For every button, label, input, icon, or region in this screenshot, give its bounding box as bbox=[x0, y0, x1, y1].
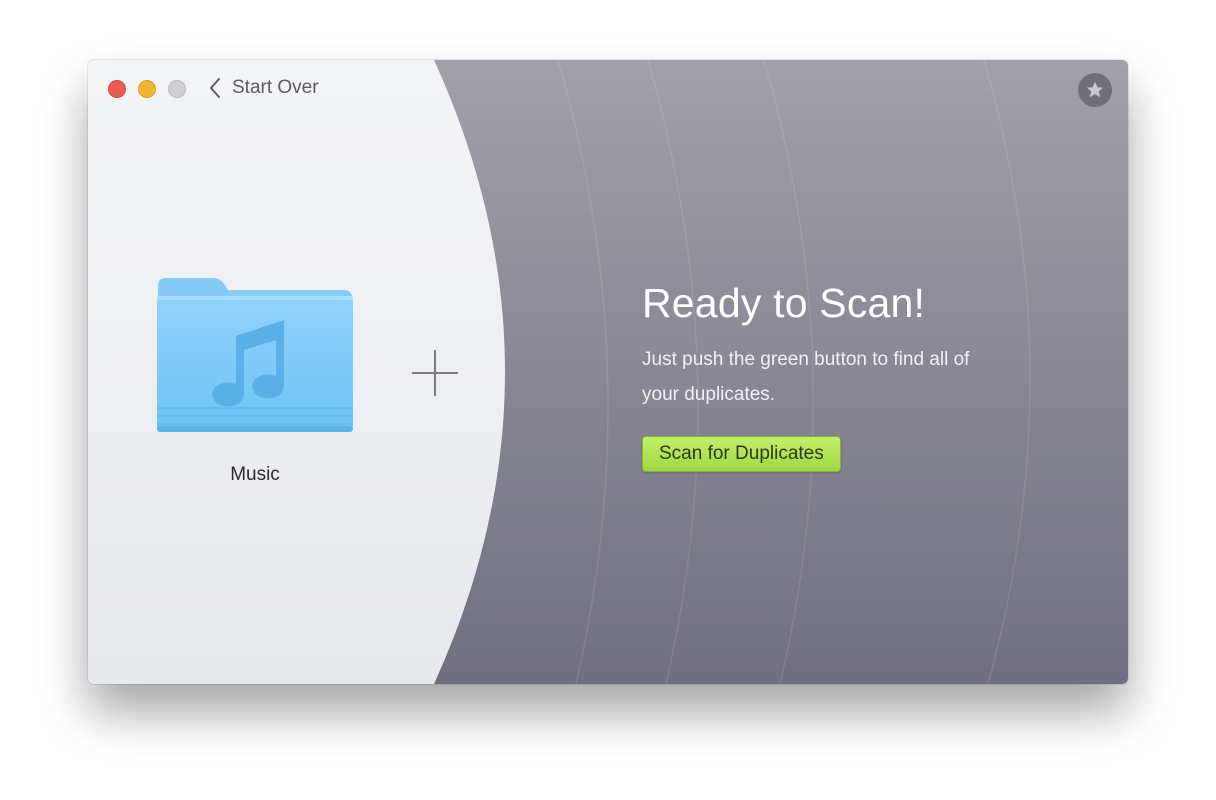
start-over-button[interactable]: Start Over bbox=[208, 77, 319, 99]
star-button[interactable] bbox=[1078, 73, 1112, 107]
app-window: Start Over Music Ready to Scan! Just pus… bbox=[88, 60, 1128, 684]
scan-for-duplicates-button[interactable]: Scan for Duplicates bbox=[642, 436, 841, 472]
zoom-button[interactable] bbox=[168, 80, 186, 98]
desktop-stage: Start Over Music Ready to Scan! Just pus… bbox=[0, 0, 1216, 800]
star-icon bbox=[1086, 81, 1104, 98]
chevron-left-icon bbox=[210, 78, 220, 98]
description-text: Just push the green button to find all o… bbox=[642, 349, 970, 405]
music-folder-icon[interactable] bbox=[156, 276, 354, 434]
plus-icon[interactable] bbox=[410, 348, 460, 398]
start-over-label: Start Over bbox=[232, 77, 319, 98]
folder-label: Music bbox=[230, 464, 280, 485]
window-controls bbox=[108, 80, 186, 98]
close-button[interactable] bbox=[108, 80, 126, 98]
minimize-button[interactable] bbox=[138, 80, 156, 98]
page-title: Ready to Scan! bbox=[642, 280, 926, 326]
